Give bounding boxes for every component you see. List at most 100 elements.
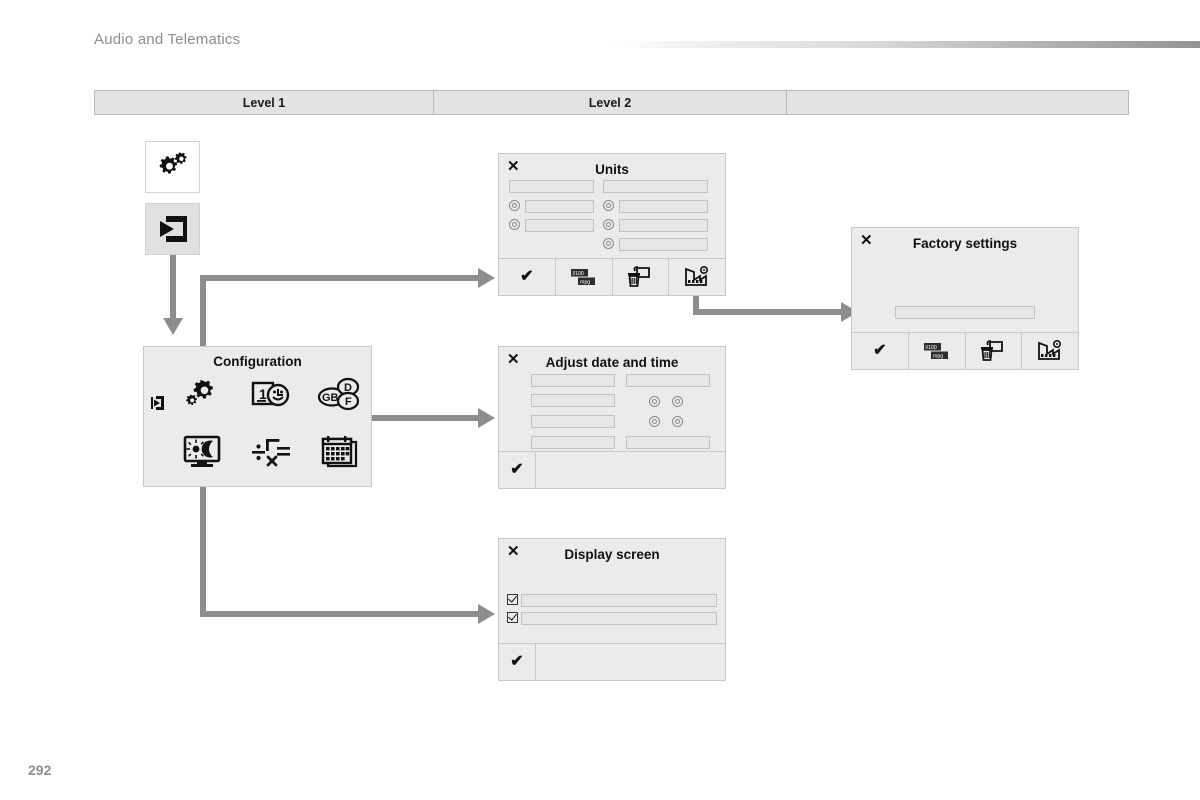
units-radio-left-1[interactable] [509,219,520,230]
units-factory-settings-button[interactable] [669,259,725,295]
calendar-icon [319,435,359,469]
page-number: 292 [28,762,52,778]
svg-text:1: 1 [259,386,267,402]
display-footer-empty [536,644,725,680]
time-radio-3[interactable] [672,416,683,427]
units-radio-right-0b[interactable] [603,219,614,230]
level-1-header: Level 1 [95,91,434,114]
connector-config-to-units [200,275,482,281]
check-icon: ✔ [510,461,524,478]
time-radio-1[interactable] [672,396,683,407]
configuration-menu-panel: Configuration 1 GB D F [143,346,372,487]
units-field-right-0[interactable] [603,180,708,193]
time-radio-0[interactable] [649,396,660,407]
svg-text:l/100: l/100 [572,271,583,277]
date-time-footer-empty [536,452,725,488]
factory-settings-body [852,228,1078,333]
units-field-left-1[interactable] [525,200,594,213]
factory-reset-button[interactable] [1022,333,1078,369]
factory-settings-field[interactable] [895,306,1035,319]
config-icon-calendar[interactable] [316,431,362,473]
svg-text:mpg: mpg [580,280,590,286]
time-field-1[interactable] [626,436,710,449]
svg-text:F: F [345,396,352,408]
adjust-date-time-body [499,347,725,452]
level-table-header: Level 1 Level 2 [94,90,1129,115]
units-radio-right-0[interactable] [603,200,614,211]
units-screen-body [499,154,725,259]
check-icon: ✔ [510,653,524,670]
factory-settings-footer: ✔ l/100 mpg [852,332,1078,369]
gears-icon [184,378,220,410]
units-screen-footer: ✔ l/100 mpg [499,258,725,295]
display-field-1[interactable] [521,612,717,625]
display-screen-screen: ✕ Display screen ✔ [498,538,726,681]
config-icon-gears[interactable] [179,373,225,415]
arrow-config-to-datetime [478,408,495,428]
display-field-0[interactable] [521,594,717,607]
units-unit-toggle-button[interactable]: l/100 mpg [556,259,613,295]
display-checkbox-1[interactable] [507,612,518,623]
units-field-right-2[interactable] [619,219,708,232]
arrow-config-to-units [478,268,495,288]
date-time-confirm-button[interactable]: ✔ [499,452,536,488]
date-field-0[interactable] [531,374,615,387]
units-confirm-button[interactable]: ✔ [499,259,556,295]
factory-settings-icon [1037,340,1063,362]
connector-config-to-display [200,611,482,617]
units-screen: ✕ Units ✔ l/100 mpg [498,153,726,296]
configuration-title: Configuration [213,354,302,369]
display-checkbox-0[interactable] [507,594,518,605]
svg-text:mpg: mpg [933,354,943,360]
factory-confirm-button[interactable]: ✔ [852,333,909,369]
config-icon-display[interactable] [179,431,225,473]
display-confirm-button[interactable]: ✔ [499,644,536,680]
svg-text:l/100: l/100 [925,345,936,351]
page-title: Audio and Telematics [94,31,241,48]
units-field-right-3[interactable] [619,238,708,251]
units-l100-mpg-icon: l/100 mpg [923,342,950,360]
settings-gears-tile[interactable] [145,141,200,193]
units-math-icon [249,435,293,469]
language-gb-d-f-icon: GB D F [317,377,361,411]
units-field-left-2[interactable] [525,219,594,232]
date-field-2[interactable] [531,415,615,428]
exit-arrow-icon[interactable] [147,392,169,414]
config-icon-language[interactable]: GB D F [316,373,362,415]
connector-tile-to-config [170,255,176,320]
check-icon: ✔ [873,342,887,359]
units-l100-mpg-icon: l/100 mpg [570,268,597,286]
manual-page: Audio and Telematics 292 Level 1 Level 2 [0,0,1200,800]
date-field-3[interactable] [531,436,615,449]
enter-arrow-box-icon [156,213,190,245]
units-radio-left-0[interactable] [509,200,520,211]
date-time-icon: 1 [251,379,291,409]
factory-settings-screen: ✕ Factory settings ✔ l/100 mpg [851,227,1079,370]
date-field-1[interactable] [531,394,615,407]
time-field-0[interactable] [626,374,710,387]
display-screen-body [499,539,725,644]
units-field-left-0[interactable] [509,180,594,193]
svg-text:GB: GB [322,392,339,404]
units-field-right-1[interactable] [619,200,708,213]
menu-enter-tile[interactable] [145,203,200,255]
factory-unit-toggle-button[interactable]: l/100 mpg [909,333,966,369]
level-3-header [787,91,1128,114]
display-screen-footer: ✔ [499,643,725,680]
delete-trash-icon [979,340,1007,362]
config-icon-date-time[interactable]: 1 [248,373,294,415]
arrow-tile-to-config [163,318,183,335]
check-icon: ✔ [520,268,534,285]
delete-trash-icon [626,266,654,288]
factory-settings-icon [684,266,710,288]
time-radio-2[interactable] [649,416,660,427]
adjust-date-time-screen: ✕ Adjust date and time ✔ [498,346,726,489]
header-rule [612,41,1200,48]
gears-icon [156,152,190,182]
factory-delete-button[interactable] [966,333,1023,369]
units-radio-right-2[interactable] [603,238,614,249]
units-delete-button[interactable] [613,259,670,295]
arrow-config-to-display [478,604,495,624]
display-brightness-icon [182,435,222,469]
config-icon-units-math[interactable] [248,431,294,473]
